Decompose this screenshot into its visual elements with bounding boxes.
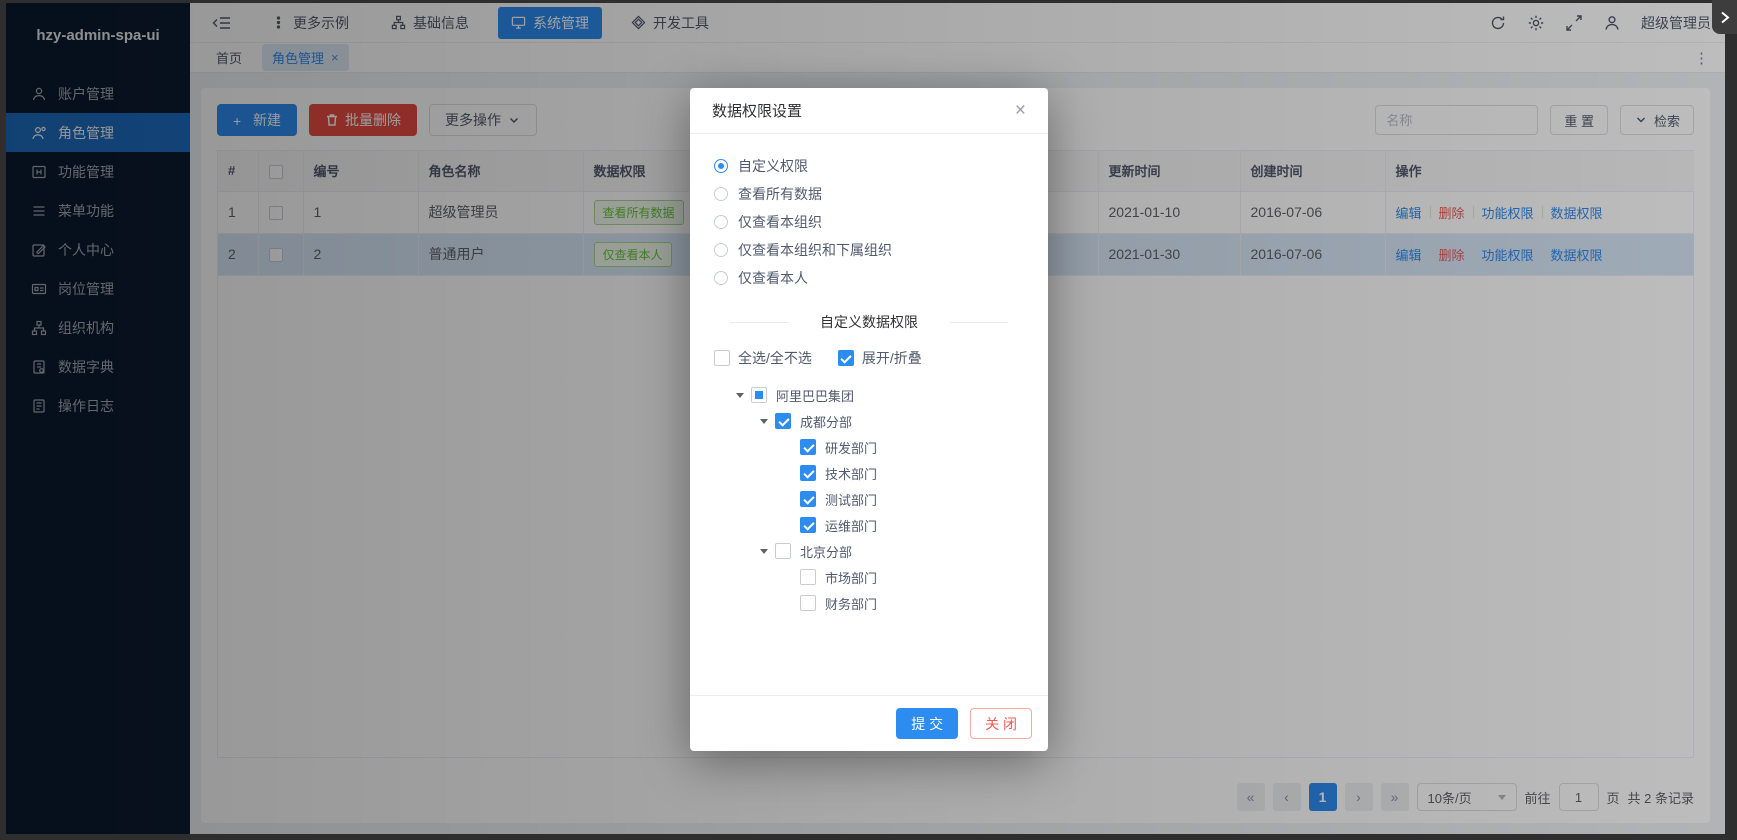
caret-placeholder — [785, 445, 793, 454]
dialog-header: 数据权限设置 × — [690, 88, 1048, 134]
tree-checkbox[interactable] — [775, 413, 791, 429]
tree-checkbox[interactable] — [800, 595, 816, 611]
close-button[interactable]: 关 闭 — [970, 708, 1032, 739]
tree-checkbox[interactable] — [775, 543, 791, 559]
tree-node-label: 研发部门 — [825, 438, 877, 457]
caret-down-icon[interactable] — [736, 393, 744, 402]
tree-node-finance-dept[interactable]: 财务部门 — [714, 590, 1024, 616]
tree-node-rd-dept[interactable]: 研发部门 — [714, 434, 1024, 460]
divider-label: 自定义数据权限 — [820, 312, 918, 332]
radio-label: 仅查看本组织和下属组织 — [738, 240, 892, 260]
tree-node-tech-dept[interactable]: 技术部门 — [714, 460, 1024, 486]
check-all-label: 全选/全不选 — [738, 348, 812, 368]
radio-label: 仅查看本组织 — [738, 212, 822, 232]
tree-checkbox[interactable] — [751, 387, 767, 403]
tree-node-alibaba-group[interactable]: 阿里巴巴集团 — [714, 382, 1024, 408]
caret-placeholder — [785, 471, 793, 480]
caret-placeholder — [785, 575, 793, 584]
checkbox-icon[interactable] — [838, 350, 854, 366]
radio-label: 自定义权限 — [738, 156, 808, 176]
tree-node-label: 运维部门 — [825, 516, 877, 535]
radio-custom-permission[interactable]: 自定义权限 — [714, 152, 1024, 180]
expand-collapse-toggle[interactable]: 展开/折叠 — [838, 348, 922, 368]
caret-placeholder — [785, 601, 793, 610]
radio-own-org-and-sub[interactable]: 仅查看本组织和下属组织 — [714, 236, 1024, 264]
tree-node-test-dept[interactable]: 测试部门 — [714, 486, 1024, 512]
tree-checkbox[interactable] — [800, 439, 816, 455]
close-icon[interactable]: × — [1015, 101, 1026, 120]
tree-node-label: 技术部门 — [825, 464, 877, 483]
tree-node-label: 财务部门 — [825, 594, 877, 613]
tree-node-chengdu-branch[interactable]: 成都分部 — [714, 408, 1024, 434]
tree-checkbox[interactable] — [800, 465, 816, 481]
data-permission-dialog: 数据权限设置 × 自定义权限 查看所有数据 仅查看本组织 仅查看本组织和下属组织 — [690, 88, 1048, 751]
window-frame: hzy-admin-spa-ui 账户管理 角色管理 功能管理 菜单功能 — [0, 0, 1737, 840]
radio-icon[interactable] — [714, 187, 728, 201]
caret-down-icon[interactable] — [760, 419, 768, 428]
caret-placeholder — [785, 523, 793, 532]
chevron-right-icon — [1718, 11, 1731, 24]
tree-node-beijing-branch[interactable]: 北京分部 — [714, 538, 1024, 564]
tree-node-label: 测试部门 — [825, 490, 877, 509]
caret-placeholder — [785, 497, 793, 506]
expand-label: 展开/折叠 — [862, 348, 922, 368]
radio-label: 查看所有数据 — [738, 184, 822, 204]
radio-label: 仅查看本人 — [738, 268, 808, 288]
tree-node-ops-dept[interactable]: 运维部门 — [714, 512, 1024, 538]
checkbox-icon[interactable] — [714, 350, 730, 366]
org-tree: 阿里巴巴集团 成都分部 研发部门 技术部门 — [714, 382, 1024, 616]
radio-icon[interactable] — [714, 271, 728, 285]
tree-checkbox[interactable] — [800, 517, 816, 533]
radio-icon[interactable] — [714, 159, 728, 173]
tree-node-label: 成都分部 — [800, 412, 852, 431]
radio-self-only[interactable]: 仅查看本人 — [714, 264, 1024, 292]
dialog-footer: 提 交 关 闭 — [690, 695, 1048, 751]
radio-own-org-only[interactable]: 仅查看本组织 — [714, 208, 1024, 236]
custom-permission-divider: 自定义数据权限 — [714, 312, 1024, 332]
drawer-toggle-button[interactable] — [1712, 0, 1737, 34]
tree-node-label: 市场部门 — [825, 568, 877, 587]
radio-icon[interactable] — [714, 243, 728, 257]
tree-checkbox[interactable] — [800, 491, 816, 507]
check-all-toggle[interactable]: 全选/全不选 — [714, 348, 812, 368]
tree-node-label: 北京分部 — [800, 542, 852, 561]
caret-down-icon[interactable] — [760, 549, 768, 558]
tree-checkbox[interactable] — [800, 569, 816, 585]
tree-node-label: 阿里巴巴集团 — [776, 386, 854, 405]
tree-node-marketing-dept[interactable]: 市场部门 — [714, 564, 1024, 590]
radio-icon[interactable] — [714, 215, 728, 229]
divider-line — [950, 322, 1008, 323]
radio-view-all-data[interactable]: 查看所有数据 — [714, 180, 1024, 208]
divider-line — [730, 322, 788, 323]
dialog-title: 数据权限设置 — [712, 100, 802, 121]
submit-button[interactable]: 提 交 — [896, 708, 958, 739]
dialog-body: 自定义权限 查看所有数据 仅查看本组织 仅查看本组织和下属组织 仅查看本人 自定… — [690, 134, 1048, 616]
tree-controls: 全选/全不选 展开/折叠 — [714, 348, 1024, 368]
